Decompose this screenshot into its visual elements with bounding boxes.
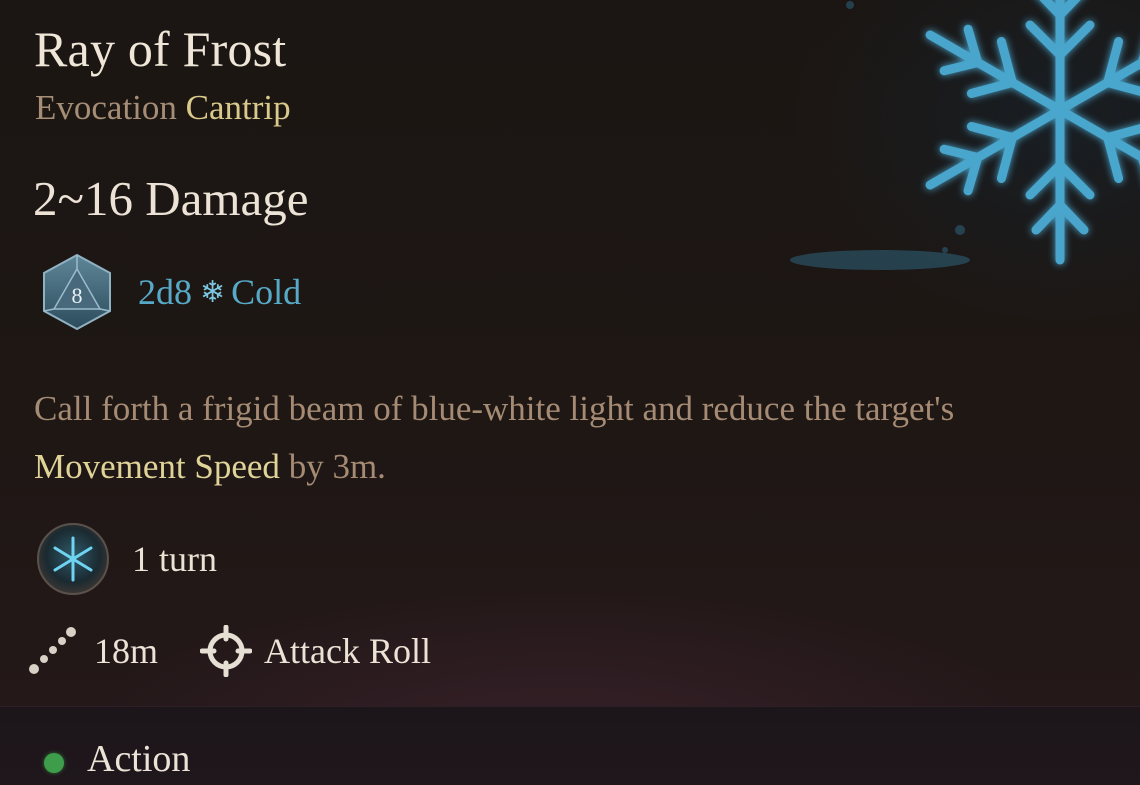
spell-tooltip: Ray of Frost Evocation Cantrip 2~16 Dama… <box>0 0 1140 706</box>
spell-school: Evocation <box>35 88 177 127</box>
die-face-number: 8 <box>72 283 83 308</box>
range-attack-row: 18m Attack Roll <box>26 622 431 680</box>
damage-type: Cold <box>231 272 302 312</box>
description-text-end: by 3m. <box>279 447 386 486</box>
duration-row: 1 turn <box>36 522 217 596</box>
d8-die-icon: 8 <box>43 253 111 331</box>
movement-speed-keyword[interactable]: Movement Speed <box>34 447 280 486</box>
damage-dice-row: 8 2d8 ❄ Cold <box>36 252 301 332</box>
range-text: 18m <box>94 631 159 671</box>
action-dot-icon <box>44 753 64 773</box>
spell-level: Cantrip <box>185 88 291 127</box>
snowflake-icon: ❄ <box>200 275 226 309</box>
attack-roll-text: Attack Roll <box>264 631 431 671</box>
spell-subtitle: Evocation Cantrip <box>35 88 291 128</box>
frozen-status-icon[interactable] <box>36 522 110 596</box>
description-text-start: Call forth a frigid beam of blue-white l… <box>34 389 955 428</box>
crosshair-icon <box>200 625 253 677</box>
spell-title: Ray of Frost <box>34 21 287 77</box>
dice-formula: 2d8 <box>138 272 192 312</box>
snowflake-art-icon <box>790 0 1140 270</box>
damage-dice: 2d8 ❄ Cold <box>138 271 301 313</box>
action-cost-footer: Action <box>0 706 1140 785</box>
damage-range: 2~16 Damage <box>33 171 309 226</box>
action-cost-text: Action <box>87 738 191 780</box>
duration-text: 1 turn <box>132 539 217 579</box>
range-icon <box>29 627 76 674</box>
spell-description: Call forth a frigid beam of blue-white l… <box>34 380 1094 496</box>
